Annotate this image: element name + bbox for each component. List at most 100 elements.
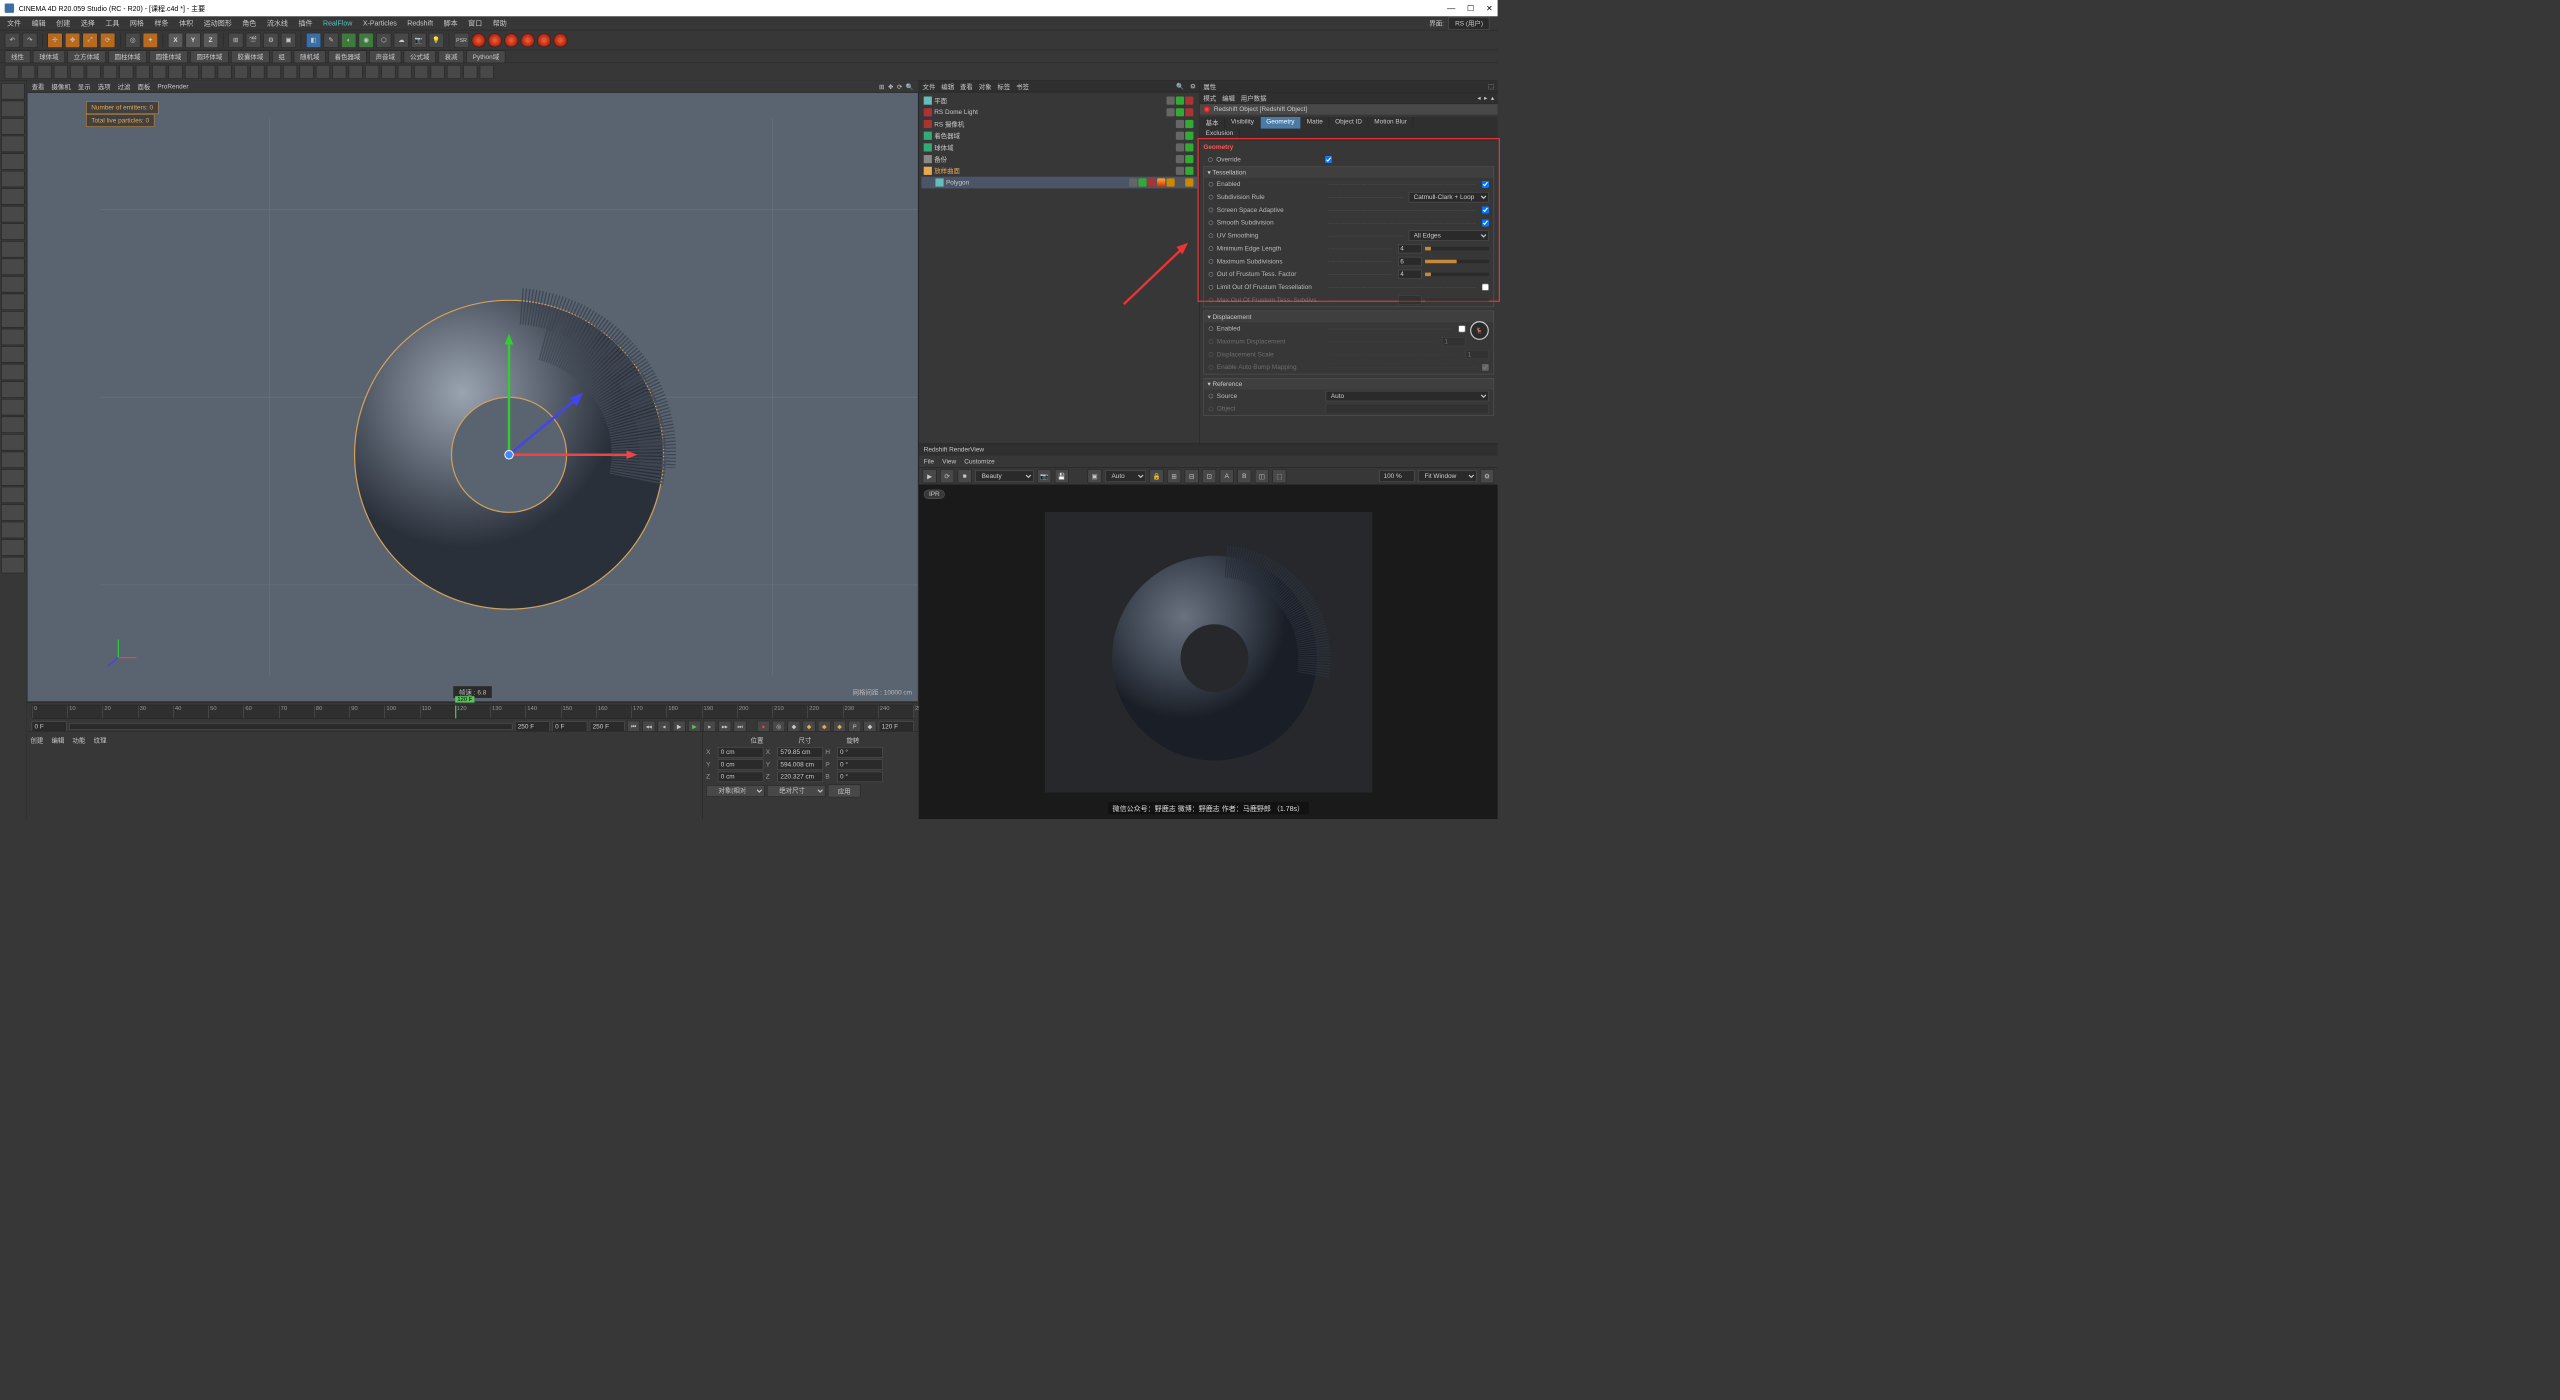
palette-tool-27[interactable]	[1, 557, 24, 573]
palette-tool-0[interactable]	[1, 83, 24, 99]
palette-tool-7[interactable]	[1, 206, 24, 222]
menu-character[interactable]: 角色	[238, 17, 261, 29]
vp-nav-3[interactable]: ⟳	[897, 83, 902, 91]
ssa-check[interactable]	[1482, 207, 1489, 214]
min-edge-slider[interactable]	[1425, 247, 1489, 251]
palette-tool-16[interactable]	[1, 364, 24, 380]
rv-save[interactable]: 💾	[1055, 469, 1069, 483]
mat-tab-edit[interactable]: 编辑	[51, 735, 64, 815]
sec-tool-5[interactable]	[87, 65, 101, 79]
render-tag[interactable]	[1185, 155, 1193, 163]
rv-snapshot[interactable]: 📷	[1037, 469, 1051, 483]
menu-plugins[interactable]: 插件	[294, 17, 317, 29]
rs-orb-4[interactable]	[521, 33, 535, 47]
current-frame[interactable]	[879, 721, 914, 732]
sec-tool-12[interactable]	[201, 65, 215, 79]
palette-tool-24[interactable]	[1, 504, 24, 520]
menu-create[interactable]: 创建	[51, 17, 74, 29]
palette-tool-12[interactable]	[1, 294, 24, 310]
menu-volume[interactable]: 体积	[174, 17, 197, 29]
menu-file[interactable]: 文件	[2, 17, 25, 29]
vis-tag[interactable]	[1166, 97, 1174, 105]
rs-orb-6[interactable]	[553, 33, 567, 47]
render-tag[interactable]	[1185, 132, 1193, 140]
minimize-button[interactable]: —	[1447, 3, 1455, 13]
om-menu-file[interactable]: 文件	[923, 82, 936, 91]
vis-tag[interactable]	[1176, 120, 1184, 128]
sec-tool-1[interactable]	[21, 65, 35, 79]
obj-item-1[interactable]: RS Dome Light	[921, 106, 1197, 118]
mat-tab-func[interactable]: 功能	[73, 735, 86, 815]
vp-tab-view[interactable]: 查看	[32, 82, 45, 91]
rotate-tool[interactable]: ⟳	[100, 32, 115, 47]
coord-mode2[interactable]: 绝对尺寸	[767, 785, 826, 797]
menu-window[interactable]: 窗口	[463, 17, 486, 29]
timeline-ruler[interactable]: 0102030405060708090100110120130140150160…	[32, 705, 914, 719]
tessellation-header[interactable]: ▾ Tessellation	[1204, 167, 1494, 178]
obj-item-5[interactable]: 备份	[921, 153, 1197, 165]
vis-tag[interactable]	[1176, 132, 1184, 140]
attr-lock-icon[interactable]: ⬚	[1488, 82, 1494, 90]
field-group[interactable]: 组	[272, 50, 291, 63]
reference-header[interactable]: ▾ Reference	[1204, 378, 1494, 389]
sec-tool-20[interactable]	[332, 65, 346, 79]
field-torus[interactable]: 圆环体域	[190, 50, 229, 63]
menu-mesh[interactable]: 网格	[125, 17, 148, 29]
menu-redshift[interactable]: Redshift	[403, 18, 438, 29]
pos-Z[interactable]	[718, 772, 764, 783]
pos-X[interactable]	[718, 747, 764, 758]
render-tag[interactable]	[1176, 97, 1184, 105]
ref-source[interactable]: Auto	[1326, 391, 1489, 402]
deformer[interactable]: ⬡	[376, 32, 391, 47]
rv-grid2[interactable]: ⊟	[1185, 469, 1199, 483]
coord-mode1[interactable]: 对象(相对)	[706, 785, 765, 797]
palette-tool-18[interactable]	[1, 399, 24, 415]
om-filter-icon[interactable]: ⚙	[1190, 82, 1196, 90]
palette-tool-26[interactable]	[1, 539, 24, 555]
om-menu-object[interactable]: 对象	[979, 82, 992, 91]
rv-menu-view[interactable]: View	[942, 458, 956, 465]
environment[interactable]: ☁	[394, 32, 409, 47]
extra-tag4[interactable]	[1185, 178, 1193, 186]
field-python[interactable]: Python域	[466, 50, 505, 63]
camera[interactable]: 📷	[411, 32, 426, 47]
size-Z[interactable]	[777, 772, 823, 783]
field-cone[interactable]: 圆锥体域	[149, 50, 188, 63]
menu-mograph[interactable]: 运动图形	[199, 17, 236, 29]
sec-tool-23[interactable]	[381, 65, 395, 79]
palette-tool-10[interactable]	[1, 259, 24, 275]
palette-tool-3[interactable]	[1, 136, 24, 152]
om-search-icon[interactable]: 🔍	[1176, 82, 1184, 90]
sec-tool-21[interactable]	[349, 65, 363, 79]
last-tool[interactable]: ◎	[125, 32, 140, 47]
sec-tool-11[interactable]	[185, 65, 199, 79]
rot-Z[interactable]	[837, 772, 883, 783]
sec-tool-29[interactable]	[480, 65, 494, 79]
palette-tool-9[interactable]	[1, 241, 24, 257]
spline-pen[interactable]: ✎	[324, 32, 339, 47]
field-falloff[interactable]: 衰减	[438, 50, 464, 63]
palette-tool-6[interactable]	[1, 188, 24, 204]
primitive-cube[interactable]: ◧	[306, 32, 321, 47]
field-formula[interactable]: 公式域	[404, 50, 436, 63]
palette-tool-4[interactable]	[1, 153, 24, 169]
menu-tools[interactable]: 工具	[101, 17, 124, 29]
redo-button[interactable]: ↷	[22, 32, 37, 47]
menu-help[interactable]: 帮助	[488, 17, 511, 29]
vp-tab-options[interactable]: 选项	[98, 82, 111, 91]
rv-lock[interactable]: 🔒	[1150, 469, 1164, 483]
sec-tool-15[interactable]	[250, 65, 264, 79]
playhead[interactable]	[455, 706, 456, 719]
palette-tool-25[interactable]	[1, 522, 24, 538]
vp-tab-panel[interactable]: 面板	[137, 82, 150, 91]
sec-tool-17[interactable]	[283, 65, 297, 79]
rv-zoom[interactable]	[1379, 470, 1414, 482]
vp-nav-4[interactable]: 🔍	[906, 83, 914, 91]
render-tag[interactable]	[1185, 167, 1193, 175]
tab-exclusion[interactable]: Exclusion	[1200, 129, 1240, 141]
tab-geometry[interactable]: Geometry	[1260, 117, 1301, 129]
field-shader[interactable]: 着色器域	[328, 50, 367, 63]
rs-orb-2[interactable]	[488, 33, 502, 47]
palette-tool-20[interactable]	[1, 434, 24, 450]
obj-item-3[interactable]: 着色器域	[921, 130, 1197, 142]
